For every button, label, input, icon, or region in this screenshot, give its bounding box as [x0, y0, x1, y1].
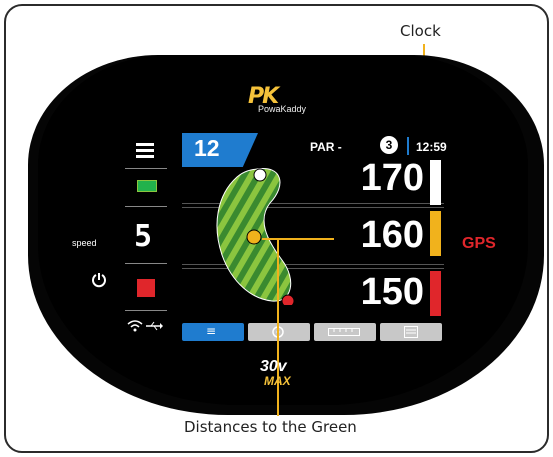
hole-badge[interactable]: 12	[182, 133, 258, 167]
distance-middle: 160	[360, 214, 424, 256]
hole-info-icon: ≡	[206, 324, 217, 338]
divider	[125, 263, 167, 264]
distance-front: 150	[360, 271, 424, 313]
gps-screen: 12 PAR - 3 12:59 170 160 150 ≡	[182, 133, 447, 341]
par-separator	[407, 137, 409, 155]
speed-label: speed	[72, 238, 97, 248]
divider	[125, 206, 167, 207]
green-graphic	[216, 168, 295, 305]
distance-leader-line-vertical	[277, 238, 279, 416]
clock-callout: Clock	[400, 22, 441, 40]
wifi-icon	[127, 320, 143, 332]
divider	[125, 168, 167, 169]
distance-back: 170	[360, 157, 424, 199]
scorecard-icon	[404, 326, 418, 338]
powakaddy-logo: PK PowaKaddy	[244, 84, 308, 114]
power-icon[interactable]	[91, 272, 107, 288]
clock: 12:59	[416, 140, 447, 154]
tab-hole-info[interactable]: ≡	[182, 323, 244, 341]
menu-icon[interactable]	[136, 143, 154, 158]
distances-callout: Distances to the Green	[184, 418, 357, 436]
back-color-bar	[430, 160, 441, 205]
par-value: 3	[380, 136, 398, 154]
screen-tab-bar: ≡	[182, 323, 444, 341]
middle-color-bar	[430, 211, 441, 256]
logo-text: PowaKaddy	[258, 104, 307, 114]
model-variant: MAX	[264, 374, 291, 388]
front-color-bar	[430, 271, 441, 316]
par-label: PAR -	[310, 140, 342, 154]
ruler-icon	[328, 328, 360, 336]
tab-scorecard[interactable]	[380, 323, 442, 341]
stop-icon[interactable]	[137, 279, 155, 297]
gps-label: GPS	[462, 235, 496, 252]
hole-number: 12	[194, 135, 220, 161]
tab-target[interactable]	[248, 323, 310, 341]
tab-ruler[interactable]	[314, 323, 376, 341]
usb-icon	[146, 321, 163, 331]
divider	[125, 310, 167, 311]
battery-icon	[137, 180, 157, 192]
speed-value[interactable]: 5	[134, 219, 152, 254]
distance-leader-line	[262, 238, 334, 240]
